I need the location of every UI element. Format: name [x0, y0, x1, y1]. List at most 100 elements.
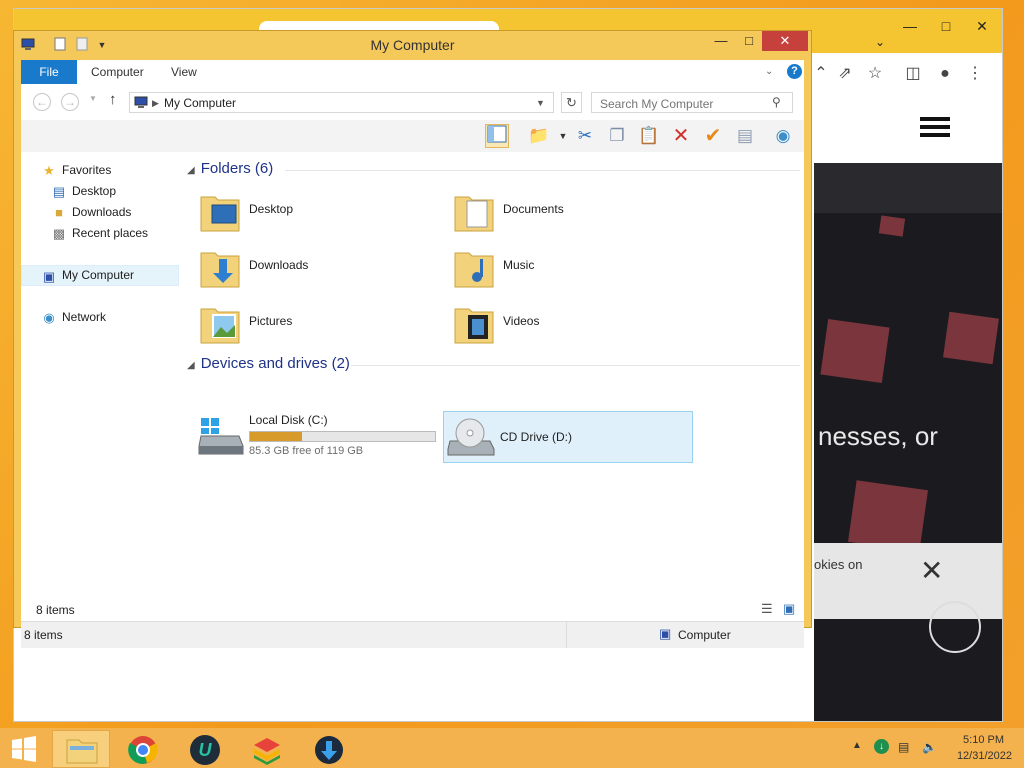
folder-desktop[interactable]: Desktop — [187, 185, 427, 237]
computer-icon: ▣ — [659, 626, 672, 641]
music-folder-icon — [454, 252, 494, 288]
navigation-pane-icon[interactable] — [485, 124, 509, 148]
folder-pictures[interactable]: Pictures — [187, 297, 427, 349]
tab-file[interactable]: File — [21, 60, 77, 84]
back-button[interactable]: ← — [33, 93, 51, 111]
svg-text:U: U — [199, 740, 213, 760]
network-globe-icon[interactable]: ◉ — [771, 124, 795, 148]
windows-start-icon[interactable] — [10, 736, 38, 762]
folder-documents[interactable]: Documents — [441, 185, 681, 237]
scroll-top-button[interactable] — [929, 601, 981, 653]
profile-icon[interactable]: ● — [934, 63, 956, 85]
expand-ribbon-icon[interactable]: ⌄ — [765, 60, 773, 84]
volume-icon[interactable]: 🔈 — [922, 740, 937, 754]
folder-videos[interactable]: Videos — [441, 297, 681, 349]
hamburger-menu-icon[interactable] — [920, 117, 950, 121]
sidebar-item-recent-places[interactable]: ▩ Recent places — [21, 223, 179, 244]
details-view-icon[interactable]: ☰ — [761, 601, 773, 617]
hard-drive-icon — [198, 418, 244, 455]
decor-cube — [878, 215, 906, 237]
delete-icon[interactable]: ✕ — [669, 124, 693, 148]
forward-button[interactable]: → — [61, 93, 79, 111]
tab-view[interactable]: View — [171, 60, 197, 84]
sidebar-item-favorites[interactable]: ★ Favorites — [21, 160, 179, 181]
tab-search-icon[interactable]: ⌄ — [860, 31, 900, 53]
navigation-pane: ★ Favorites ▤ Desktop ■ Downloads ▩ Rece… — [21, 152, 182, 599]
close-button[interactable]: ✕ — [762, 31, 808, 51]
copy-icon[interactable]: ❐ — [605, 124, 629, 148]
bluestacks-icon — [254, 738, 280, 765]
large-icons-view-icon[interactable]: ▣ — [783, 601, 795, 617]
address-dropdown-icon[interactable]: ▼ — [536, 98, 545, 108]
browser-maximize-button[interactable]: □ — [926, 15, 966, 37]
u-app-icon: U — [190, 735, 220, 765]
details-footer: 8 items ☰ ▣ — [21, 599, 804, 621]
new-folder-icon[interactable]: 📁 — [527, 124, 551, 148]
share-icon[interactable]: ⇗ — [834, 63, 856, 85]
cd-drive-icon — [447, 418, 495, 456]
maximize-button[interactable]: □ — [734, 31, 764, 51]
search-input[interactable] — [598, 95, 772, 112]
properties-icon[interactable]: ▤ — [733, 124, 757, 148]
search-box[interactable]: ⚲ — [591, 92, 793, 113]
download-tray-icon[interactable]: ↓ — [874, 739, 889, 754]
bookmark-star-icon[interactable]: ☆ — [864, 63, 886, 85]
cut-icon[interactable]: ✂ — [573, 124, 597, 148]
sidebar-item-desktop[interactable]: ▤ Desktop — [21, 181, 179, 202]
breadcrumb-chevron-icon: ▶ — [152, 98, 159, 108]
downloads-folder-icon: ■ — [55, 205, 63, 220]
folder-downloads[interactable]: Downloads — [187, 241, 427, 293]
taskbar-upwork[interactable]: U — [176, 730, 234, 768]
sidebar-item-downloads[interactable]: ■ Downloads — [21, 202, 179, 223]
taskbar-file-explorer[interactable] — [52, 730, 110, 768]
web-page-content: nesses, or okies on ✕ — [814, 93, 1002, 721]
taskbar-bluestacks[interactable] — [238, 730, 296, 768]
help-icon[interactable]: ? — [787, 64, 802, 79]
disk-usage-bar — [249, 431, 436, 442]
clock-date[interactable]: 12/31/2022 — [950, 750, 1012, 762]
computer-icon: ▣ — [42, 269, 56, 284]
side-panel-icon[interactable]: ◫ — [902, 63, 924, 85]
recent-locations-icon[interactable]: ▼ — [89, 94, 97, 103]
title-bar[interactable]: ▼ My Computer — □ ✕ — [14, 31, 811, 59]
show-hidden-icons-icon[interactable]: ▲ — [852, 740, 862, 751]
cookie-text: okies on — [814, 557, 863, 572]
close-icon[interactable]: ✕ — [920, 557, 943, 585]
sidebar-item-network[interactable]: ◉ Network — [21, 307, 179, 328]
pictures-folder-icon — [200, 308, 240, 344]
site-header — [814, 93, 1002, 163]
devices-group-header[interactable]: ◢ Devices and drives (2) — [187, 355, 350, 375]
up-arrow-icon[interactable]: ↑ — [109, 91, 117, 108]
breadcrumb[interactable]: My Computer — [164, 96, 236, 110]
minimize-button[interactable]: — — [706, 31, 736, 51]
explorer-window: ▼ My Computer — □ ✕ File Computer View ⌄… — [13, 30, 812, 648]
hero-text: nesses, or — [818, 421, 938, 451]
rename-check-icon[interactable]: ✔ — [701, 124, 725, 148]
clock-time[interactable]: 5:10 PM — [958, 734, 1004, 746]
address-field[interactable]: ▶ My Computer ▼ — [129, 92, 554, 113]
folders-group-header[interactable]: ◢ Folders (6) — [187, 160, 273, 180]
disk-usage-fill — [250, 432, 303, 441]
menu-dots-icon[interactable]: ⋮ — [964, 63, 986, 85]
refresh-button[interactable]: ↻ — [561, 92, 582, 113]
drive-local-disk-c[interactable]: Local Disk (C:) 85.3 GB free of 119 GB — [187, 410, 437, 462]
command-toolbar: 📁 ▼ ✂ ❐ 📋 ✕ ✔ ▤ ◉ — [21, 120, 804, 153]
search-icon[interactable]: ⚲ — [772, 95, 781, 109]
folder-music[interactable]: Music — [441, 241, 681, 293]
sidebar-item-my-computer[interactable]: ▣ My Computer — [21, 265, 179, 286]
taskbar-downloader[interactable] — [300, 730, 358, 768]
decor-cube — [820, 318, 890, 384]
taskbar-chrome[interactable] — [114, 730, 172, 768]
collapse-arrow-icon: ◢ — [187, 165, 195, 176]
network-tray-icon[interactable]: ▤ — [898, 740, 909, 754]
dropdown-icon[interactable]: ▼ — [551, 124, 575, 148]
paste-icon[interactable]: 📋 — [637, 124, 661, 148]
file-explorer-icon — [66, 739, 98, 764]
browser-close-button[interactable]: ✕ — [962, 15, 1002, 37]
translate-icon[interactable]: ⌃ — [810, 63, 832, 85]
chrome-icon — [128, 736, 158, 764]
download-app-icon — [315, 736, 343, 764]
desktop-icon: ▤ — [52, 184, 66, 199]
drive-cd-d[interactable]: CD Drive (D:) — [443, 411, 693, 463]
tab-computer[interactable]: Computer — [91, 60, 144, 84]
